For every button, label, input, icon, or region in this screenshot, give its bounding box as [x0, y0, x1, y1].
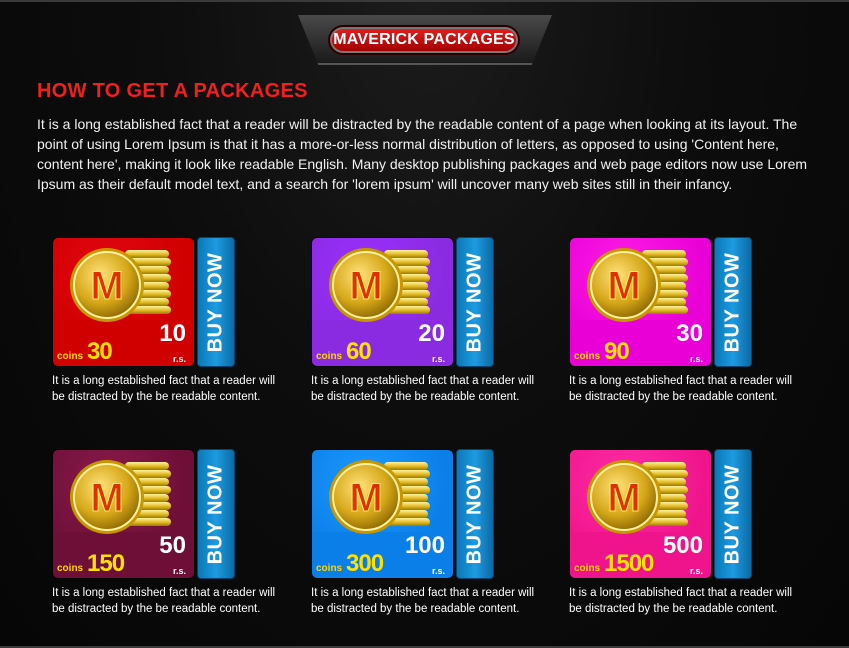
buy-now-label: BUY NOW	[204, 252, 227, 352]
coins-label: coins	[574, 563, 601, 574]
package-description: It is a long established fact that a rea…	[569, 375, 793, 403]
coin-stack-icon: M	[65, 458, 175, 536]
svg-text:M: M	[607, 264, 640, 308]
buy-now-label: BUY NOW	[463, 252, 486, 352]
buy-now-button[interactable]: BUY NOW	[197, 237, 235, 367]
package-item: coins 60 20 r.s. M BUY NOW It is a long …	[311, 237, 556, 427]
price-amount: 100	[404, 532, 445, 559]
package-item: coins 150 50 r.s. M BUY NOW It is a long…	[52, 449, 297, 639]
package-card[interactable]: coins 150 50 r.s. M	[52, 449, 195, 579]
package-description: It is a long established fact that a rea…	[52, 375, 276, 403]
coin-stack-icon: M	[70, 460, 171, 534]
card-bottom: coins 90 30 r.s.	[570, 320, 711, 366]
coins-amount: 90	[604, 338, 630, 365]
coin-stack-icon: M	[587, 248, 688, 322]
svg-text:M: M	[90, 264, 123, 308]
coin-stack-icon: M	[582, 458, 692, 536]
header-banner: MAVERICK PACKAGES	[298, 15, 552, 65]
price-unit: r.s.	[431, 566, 445, 576]
coin-stack-icon: M	[587, 460, 688, 534]
coin-stack-icon: M	[65, 246, 175, 324]
svg-text:M: M	[349, 264, 382, 308]
buy-now-label: BUY NOW	[721, 464, 744, 564]
package-card[interactable]: coins 90 30 r.s. M	[569, 237, 712, 367]
coin-stack-icon: M	[324, 246, 434, 324]
price-unit: r.s.	[172, 566, 186, 576]
coins-amount: 60	[346, 338, 372, 365]
buy-now-button[interactable]: BUY NOW	[197, 449, 235, 579]
coins-label: coins	[316, 351, 343, 362]
coin-stack-icon: M	[582, 246, 692, 324]
coins-label: coins	[57, 563, 84, 574]
buy-now-button[interactable]: BUY NOW	[714, 449, 752, 579]
section-title: HOW TO GET A PACKAGES	[37, 80, 308, 102]
card-bottom: coins 300 100 r.s.	[312, 532, 453, 578]
coin-stack-icon: M	[324, 458, 434, 536]
price-amount: 30	[676, 320, 703, 347]
card-bottom: coins 30 10 r.s.	[53, 320, 194, 366]
card-bottom: coins 1500 500 r.s.	[570, 532, 711, 578]
coin-stack-icon: M	[329, 460, 430, 534]
buy-now-button[interactable]: BUY NOW	[714, 237, 752, 367]
price-unit: r.s.	[689, 566, 703, 576]
coin-stack-icon: M	[70, 248, 171, 322]
coins-label: coins	[57, 351, 84, 362]
package-description: It is a long established fact that a rea…	[311, 375, 535, 403]
coins-amount: 1500	[604, 550, 654, 577]
price-amount: 500	[662, 532, 703, 559]
coins-amount: 30	[87, 338, 113, 365]
package-card[interactable]: coins 60 20 r.s. M	[311, 237, 454, 367]
coins-amount: 300	[346, 550, 384, 577]
price-unit: r.s.	[172, 354, 186, 364]
package-item: coins 1500 500 r.s. M BUY NOW It is a lo…	[569, 449, 814, 639]
buy-now-label: BUY NOW	[204, 464, 227, 564]
price-amount: 20	[418, 320, 445, 347]
price-amount: 50	[159, 532, 186, 559]
package-item: coins 300 100 r.s. M BUY NOW It is a lon…	[311, 449, 556, 639]
svg-text:M: M	[607, 476, 640, 520]
card-bottom: coins 150 50 r.s.	[53, 532, 194, 578]
svg-text:M: M	[90, 476, 123, 520]
svg-text:M: M	[349, 476, 382, 520]
price-amount: 10	[159, 320, 186, 347]
package-item: coins 30 10 r.s. M BUY NOW It is a long …	[52, 237, 297, 427]
buy-now-button[interactable]: BUY NOW	[456, 237, 494, 367]
coins-label: coins	[574, 351, 601, 362]
coin-stack-icon: M	[329, 248, 430, 322]
price-unit: r.s.	[689, 354, 703, 364]
coins-label: coins	[316, 563, 343, 574]
card-bottom: coins 60 20 r.s.	[312, 320, 453, 366]
package-card[interactable]: coins 30 10 r.s. M	[52, 237, 195, 367]
buy-now-label: BUY NOW	[721, 252, 744, 352]
buy-now-button[interactable]: BUY NOW	[456, 449, 494, 579]
price-unit: r.s.	[431, 354, 445, 364]
package-card[interactable]: coins 300 100 r.s. M	[311, 449, 454, 579]
buy-now-label: BUY NOW	[463, 464, 486, 564]
intro-paragraph: It is a long established fact that a rea…	[37, 116, 808, 192]
package-description: It is a long established fact that a rea…	[52, 587, 276, 615]
header-title: MAVERICK PACKAGES	[328, 25, 520, 55]
package-card[interactable]: coins 1500 500 r.s. M	[569, 449, 712, 579]
top-border	[0, 0, 849, 2]
package-description: It is a long established fact that a rea…	[569, 587, 793, 615]
coins-amount: 150	[87, 550, 125, 577]
package-item: coins 90 30 r.s. M BUY NOW It is a long …	[569, 237, 814, 427]
package-description: It is a long established fact that a rea…	[311, 587, 535, 615]
